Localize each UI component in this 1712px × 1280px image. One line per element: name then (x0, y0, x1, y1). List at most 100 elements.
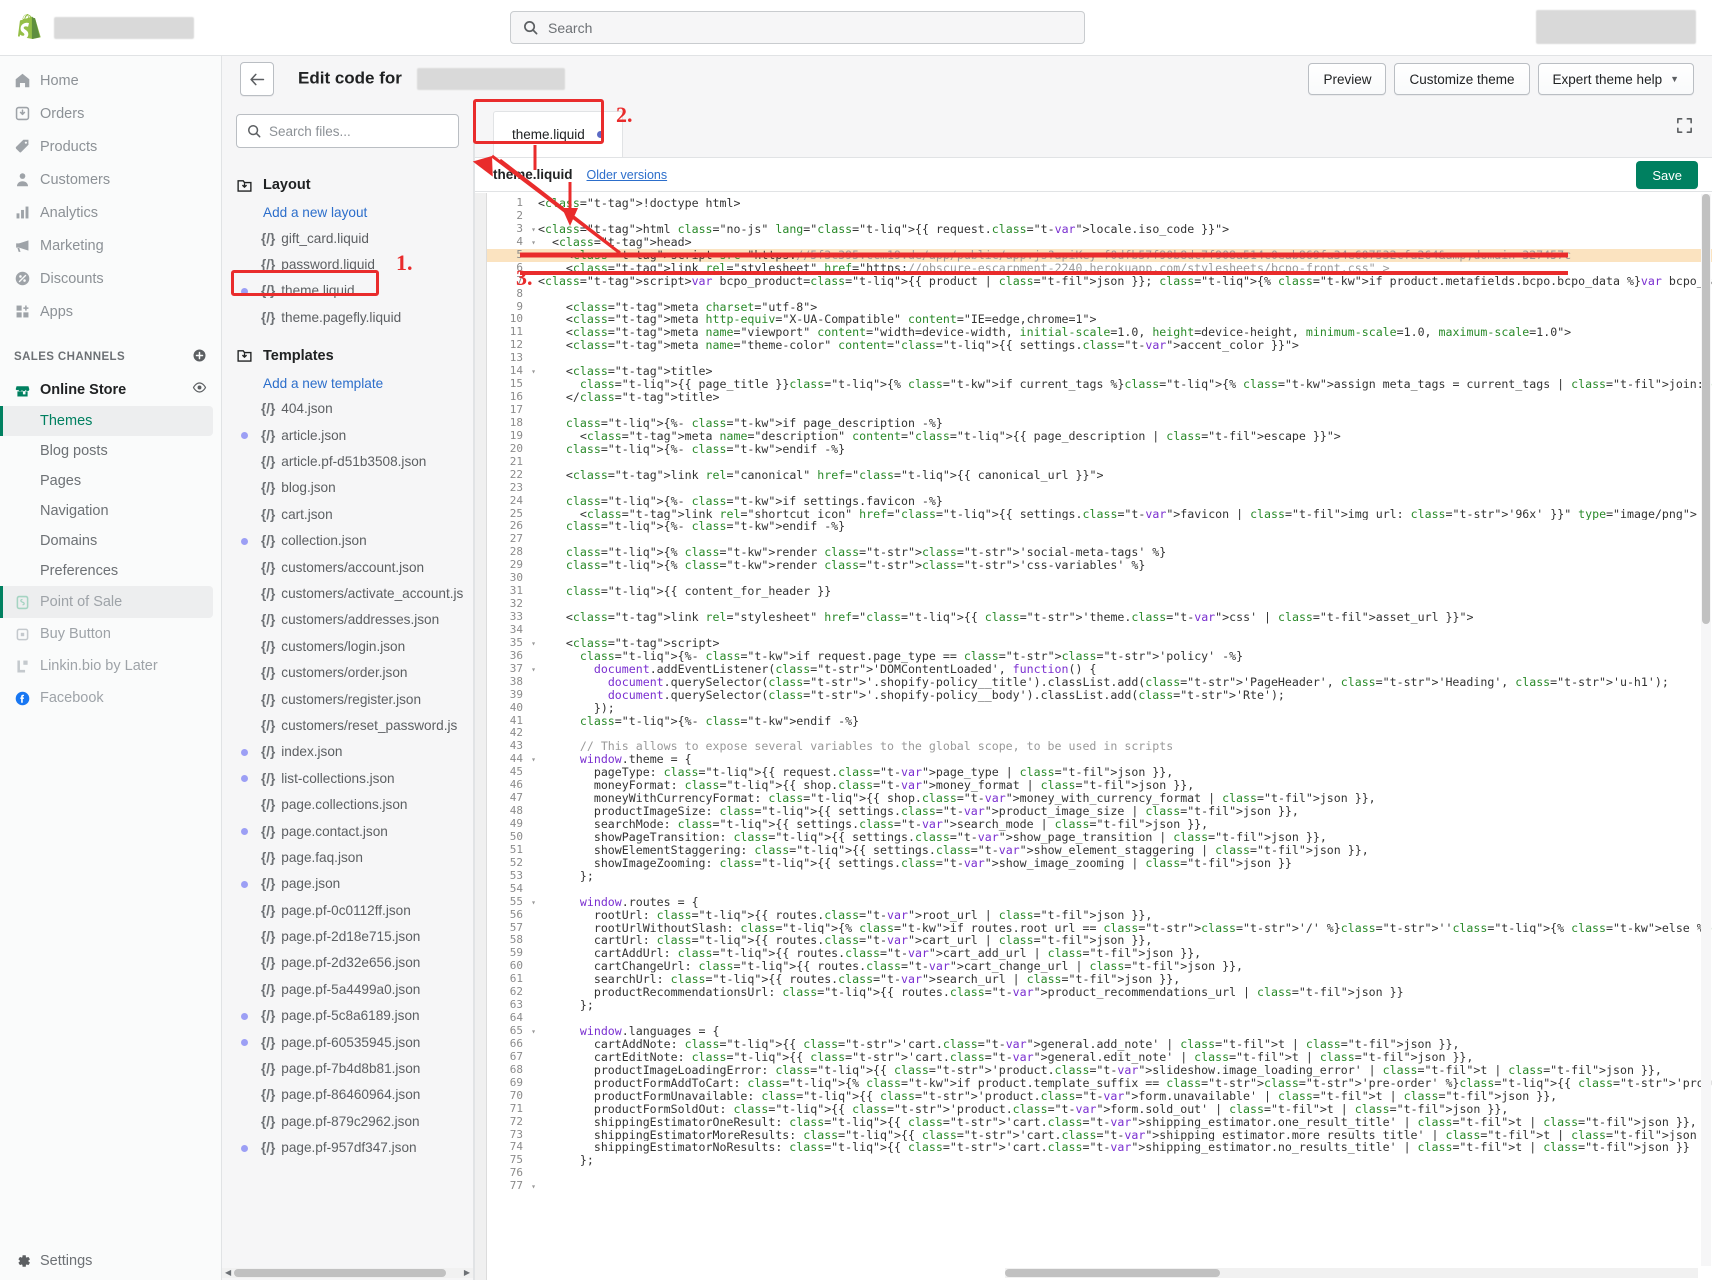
sidebar-item-products[interactable]: Products (0, 130, 221, 163)
older-versions-link[interactable]: Older versions (587, 168, 668, 182)
file-row[interactable]: {/}customers/reset_password.js (236, 712, 474, 738)
code-line[interactable]: 52 showImageZooming: class="t-liq">{{ se… (487, 857, 1712, 870)
sidebar-item-discounts[interactable]: Discounts (0, 262, 221, 295)
code-line[interactable]: 75 }; (487, 1154, 1712, 1167)
preview-button[interactable]: Preview (1308, 63, 1386, 95)
file-row[interactable]: {/}page.pf-957df347.json (236, 1135, 474, 1161)
code-line[interactable]: 40 }); (487, 702, 1712, 715)
code-line[interactable]: 50 showPageTransition: class="t-liq">{{ … (487, 831, 1712, 844)
code-line[interactable]: 45 pageType: class="t-liq">{{ request.cl… (487, 766, 1712, 779)
save-button[interactable]: Save (1636, 161, 1698, 189)
code-line[interactable]: 10 <class="t-tag">meta http-equiv="X-UA-… (487, 313, 1712, 326)
code-line[interactable]: 42 (487, 727, 1712, 740)
code-line[interactable]: 63 }; (487, 999, 1712, 1012)
code-line[interactable]: 27 (487, 533, 1712, 546)
code-line[interactable]: 58 cartUrl: class="t-liq">{{ routes.clas… (487, 934, 1712, 947)
code-line[interactable]: 31 class="t-liq">{{ content_for_header }… (487, 585, 1712, 598)
sidebar-item-domains[interactable]: Domains (0, 526, 221, 556)
code-line[interactable]: 16 </class="t-tag">title> (487, 391, 1712, 404)
code-line[interactable]: 60 cartChangeUrl: class="t-liq">{{ route… (487, 960, 1712, 973)
code-line[interactable]: 5 <class="t-tag">script src="https://5f3… (487, 249, 1712, 262)
scroll-right-arrow[interactable]: ▶ (464, 1268, 470, 1277)
file-row[interactable]: {/}customers/account.json (236, 554, 474, 580)
scroll-thumb[interactable] (1702, 194, 1710, 624)
file-row[interactable]: {/}list-collections.json (236, 765, 474, 791)
file-row[interactable]: {/}page.pf-5c8a6189.json (236, 1003, 474, 1029)
sidebar-item-preferences[interactable]: Preferences (0, 556, 221, 586)
file-row[interactable]: {/}gift_card.liquid (236, 225, 474, 251)
code-line[interactable]: 6 <class="t-tag">link rel="stylesheet" h… (487, 262, 1712, 275)
code-line[interactable]: 41 class="t-liq">{%- class="t-kw">endif … (487, 715, 1712, 728)
file-row[interactable]: {/}article.pf-d51b3508.json (236, 448, 474, 474)
code-line[interactable]: 24 class="t-liq">{%- class="t-kw">if set… (487, 495, 1712, 508)
code-line[interactable]: 33 <class="t-tag">link rel="stylesheet" … (487, 611, 1712, 624)
code-line[interactable]: 69 productFormAddToCart: class="t-liq">{… (487, 1077, 1712, 1090)
editor-vscrollbar[interactable] (1701, 194, 1711, 1266)
sidebar-item-facebook[interactable]: Facebook (0, 682, 221, 714)
code-line[interactable]: 35▾ <class="t-tag">script> (487, 637, 1712, 650)
sidebar-item-buy-button[interactable]: Buy Button (0, 618, 221, 650)
file-row[interactable]: {/}page.pf-2d32e656.json (236, 950, 474, 976)
file-row[interactable]: {/}customers/addresses.json (236, 607, 474, 633)
code-line[interactable]: 20 class="t-liq">{%- class="t-kw">endif … (487, 443, 1712, 456)
code-line[interactable]: 30 (487, 572, 1712, 585)
sidebar-item-pages[interactable]: Pages (0, 466, 221, 496)
code-line[interactable]: 49 searchMode: class="t-liq">{{ settings… (487, 818, 1712, 831)
code-line[interactable]: 68 productImageLoadingError: class="t-li… (487, 1064, 1712, 1077)
code-line[interactable]: 1<class="t-tag">!doctype html> (487, 197, 1712, 210)
file-row[interactable]: {/}page.pf-5a4499a0.json (236, 976, 474, 1002)
code-line[interactable]: 65▾ window.languages = { (487, 1025, 1712, 1038)
code-line[interactable]: 3▾<class="t-tag">html class="no-js" lang… (487, 223, 1712, 236)
code-line[interactable]: 15 class="t-liq">{{ page_title }}class="… (487, 378, 1712, 391)
code-line[interactable]: 22 <class="t-tag">link rel="canonical" h… (487, 469, 1712, 482)
fold-arrow-icon[interactable]: ▾ (529, 1180, 538, 1193)
customize-theme-button[interactable]: Customize theme (1394, 63, 1529, 95)
code-line[interactable]: 53 }; (487, 870, 1712, 883)
sidebar-item-online-store[interactable]: Online Store (0, 374, 221, 406)
sidebar-item-themes[interactable]: Themes (0, 406, 213, 436)
fold-arrow-icon[interactable]: ▾ (529, 896, 538, 909)
code-line[interactable]: 74 shippingEstimatorNoResults: class="t-… (487, 1141, 1712, 1154)
code-line[interactable]: 4▾ <class="t-tag">head> (487, 236, 1712, 249)
code-line[interactable]: 51 showElementStaggering: class="t-liq">… (487, 844, 1712, 857)
sidebar-item-point-of-sale[interactable]: Point of Sale (0, 586, 213, 618)
file-row[interactable]: {/}page.json (236, 871, 474, 897)
file-row[interactable]: {/}index.json (236, 739, 474, 765)
code-line[interactable]: 21 (487, 456, 1712, 469)
code-line[interactable]: 17 (487, 404, 1712, 417)
folder-header-templates[interactable]: Templates (236, 341, 474, 371)
code-line[interactable]: 61 searchUrl: class="t-liq">{{ routes.cl… (487, 973, 1712, 986)
code-line[interactable]: 9 <class="t-tag">meta charset="utf-8"> (487, 301, 1712, 314)
file-row[interactable]: {/}customers/order.json (236, 659, 474, 685)
code-line[interactable]: 7<class="t-tag">script>var bcpo_product=… (487, 275, 1712, 288)
search-files-input[interactable]: Search files... (236, 114, 459, 148)
sidebar-item-navigation[interactable]: Navigation (0, 496, 221, 526)
file-row[interactable]: {/}collection.json (236, 528, 474, 554)
file-row[interactable]: {/}page.pf-879c2962.json (236, 1108, 474, 1134)
sidebar-item-orders[interactable]: Orders (0, 97, 221, 130)
code-line[interactable]: 32 (487, 598, 1712, 611)
code-line[interactable]: 44▾ window.theme = { (487, 753, 1712, 766)
sidebar-item-settings[interactable]: Settings (0, 1252, 221, 1270)
code-line[interactable]: 25 <class="t-tag">link rel="shortcut ico… (487, 508, 1712, 521)
fold-arrow-icon[interactable]: ▾ (529, 637, 538, 650)
code-line[interactable]: 43 // This allows to expose several vari… (487, 740, 1712, 753)
code-area[interactable]: 1<class="t-tag">!doctype html>23▾<class=… (475, 193, 1712, 1280)
code-line[interactable]: 2 (487, 210, 1712, 223)
file-row[interactable]: {/}article.json (236, 422, 474, 448)
code-line[interactable]: 38 document.querySelector(class="t-str">… (487, 676, 1712, 689)
file-row[interactable]: {/}page.pf-60535945.json (236, 1029, 474, 1055)
expand-icon[interactable] (1675, 116, 1694, 140)
sidebar-item-analytics[interactable]: Analytics (0, 196, 221, 229)
file-row[interactable]: {/}password.liquid (236, 251, 474, 277)
scroll-thumb[interactable] (234, 1269, 446, 1277)
fold-arrow-icon[interactable]: ▾ (529, 663, 538, 676)
code-line[interactable]: 11 <class="t-tag">meta name="viewport" c… (487, 326, 1712, 339)
file-row[interactable]: {/}404.json (236, 396, 474, 422)
sidebar-item-linkinbio[interactable]: Linkin.bio by Later (0, 650, 221, 682)
file-row[interactable]: {/}theme.liquid (236, 278, 474, 304)
code-line[interactable]: 28 class="t-liq">{% class="t-kw">render … (487, 546, 1712, 559)
folder-header-layout[interactable]: Layout (236, 170, 474, 200)
code-line[interactable]: 66 cartAddNote: class="t-liq">{{ class="… (487, 1038, 1712, 1051)
scroll-thumb[interactable] (1005, 1269, 1220, 1277)
